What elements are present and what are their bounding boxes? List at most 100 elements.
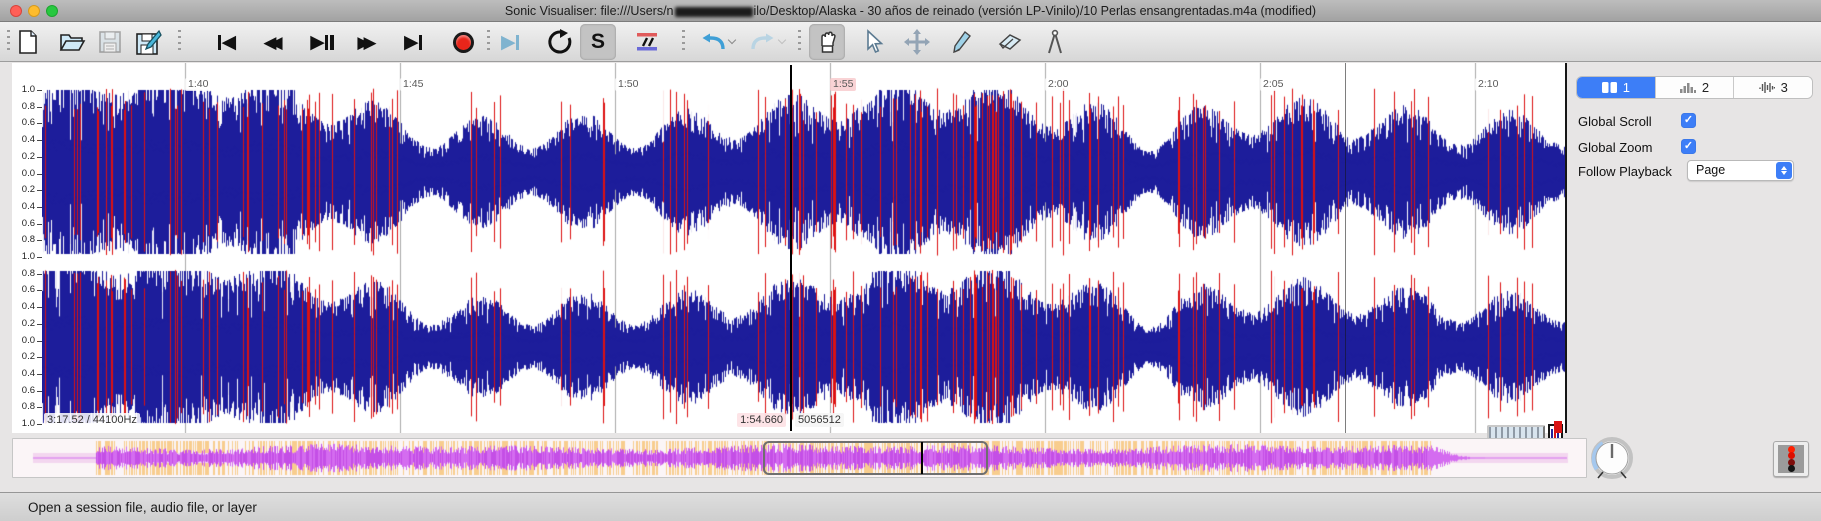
align-button[interactable]: [629, 24, 665, 60]
save-floppy-icon: [99, 31, 121, 53]
cursor-arrow-icon: [867, 29, 884, 54]
tab-pane-2[interactable]: 2: [1655, 77, 1735, 98]
amplitude-tick: [37, 407, 42, 409]
new-session-button[interactable]: [10, 24, 46, 60]
level-meter-icon: [1778, 445, 1804, 473]
skip-to-end-button[interactable]: ▶: [395, 24, 431, 60]
save-session-button[interactable]: [92, 24, 128, 60]
bars-icon: [1679, 83, 1696, 93]
select-stepper-icon: [1776, 162, 1792, 179]
navigate-tool-button[interactable]: [809, 24, 845, 60]
record-button[interactable]: [445, 24, 481, 60]
play-pause-button[interactable]: ▶: [304, 24, 340, 60]
global-scroll-checkbox[interactable]: ✓: [1681, 113, 1696, 128]
playback-speed-dial[interactable]: [1589, 436, 1635, 482]
amplitude-tick-label: 0.6: [21, 217, 35, 229]
undo-button[interactable]: [695, 24, 739, 60]
amplitude-tick-label: 0.6: [21, 284, 35, 296]
save-session-as-button[interactable]: [131, 24, 167, 60]
check-icon: ✓: [1683, 114, 1694, 126]
check-icon: ✓: [1683, 140, 1694, 152]
draw-tool-button[interactable]: [944, 24, 980, 60]
amplitude-tick: [37, 257, 42, 258]
cursor-frame-label: 5056512: [795, 413, 844, 427]
overview-playback-cursor: [921, 442, 923, 474]
loop-icon: [548, 29, 572, 54]
amplitude-tick: [37, 424, 42, 425]
amplitude-tick-label: 0.0: [21, 334, 35, 346]
undo-menu-chevron-icon: [727, 35, 736, 45]
playback-level-button[interactable]: [1773, 441, 1809, 477]
redo-button[interactable]: [745, 24, 789, 60]
amplitude-tick: [37, 140, 42, 142]
solo-button[interactable]: S: [580, 24, 616, 60]
record-icon: [452, 31, 474, 53]
move-cross-icon: [904, 29, 930, 55]
time-label: 1:55: [830, 78, 857, 91]
amplitude-tick-label: 1.0: [21, 418, 35, 429]
speed-dial-icon: [1591, 437, 1633, 479]
erase-tool-button[interactable]: [992, 24, 1028, 60]
fast-forward-button[interactable]: ▶▶: [349, 24, 385, 60]
select-tool-button[interactable]: [855, 24, 891, 60]
save-as-pencil-icon: [136, 29, 162, 55]
amplitude-tick-label: 0.2: [21, 150, 35, 162]
toolbar-separator: [798, 30, 801, 54]
amplitude-tick-label: 0.8: [21, 267, 35, 279]
amplitude-tick-label: 0.8: [21, 401, 35, 413]
time-label: 2:10: [1475, 78, 1502, 91]
amplitude-tick-label: 0.2: [21, 317, 35, 329]
loop-playback-button[interactable]: [542, 24, 578, 60]
amplitude-scale: 1.0 0.8 0.6 0.4 0.2 0.0 0.2 0.4 0.6 0.8 1.0 0.8 0.6 0…: [12, 63, 42, 433]
amplitude-tick-label: 0.8: [21, 234, 35, 246]
amplitude-tick-label: 0.4: [21, 367, 35, 379]
tab-pane-1[interactable]: 1: [1577, 77, 1656, 98]
time-label: 1:45: [400, 78, 427, 91]
new-file-icon: [19, 30, 37, 54]
measure-tool-button[interactable]: [1037, 24, 1073, 60]
amplitude-tick: [37, 206, 42, 208]
amplitude-tick-label: 0.4: [21, 301, 35, 313]
follow-playback-select[interactable]: Page: [1687, 160, 1794, 181]
waveform-icon: [1758, 82, 1775, 93]
cursor-time-label: 1:54.660: [737, 413, 786, 427]
amplitude-tick: [37, 373, 42, 375]
amplitude-tick-label: 0.4: [21, 134, 35, 146]
rewind-button[interactable]: ◀◀: [255, 24, 291, 60]
play-to-end-button[interactable]: ▶: [492, 24, 528, 60]
tab-pane-3[interactable]: 3: [1734, 77, 1812, 98]
follow-playback-label: Follow Playback: [1578, 164, 1672, 179]
amplitude-tick: [37, 123, 42, 125]
rewind-to-start-button[interactable]: ◀: [209, 24, 245, 60]
solo-icon: S: [590, 30, 605, 53]
window-title: Sonic Visualiser: file:///Users/n ilo/Des…: [504, 4, 1317, 18]
amplitude-tick-label: 0.2: [21, 184, 35, 196]
open-folder-icon: [59, 34, 86, 51]
time-label: 1:50: [615, 78, 642, 91]
amplitude-tick: [37, 156, 42, 158]
edit-tool-button[interactable]: [899, 24, 935, 60]
toolbar-separator: [487, 30, 490, 54]
redo-icon: [750, 33, 773, 50]
align-icon: [637, 33, 657, 51]
waveform-canvas[interactable]: [42, 63, 1565, 433]
view-region-rectangle[interactable]: [763, 441, 988, 475]
global-zoom-checkbox[interactable]: ✓: [1681, 139, 1696, 154]
amplitude-tick: [37, 223, 42, 225]
amplitude-tick-label: 0.6: [21, 384, 35, 396]
amplitude-tick: [37, 173, 42, 175]
amplitude-tick: [37, 290, 42, 292]
amplitude-tick-label: 0.4: [21, 200, 35, 212]
amplitude-tick: [37, 106, 42, 108]
open-session-button[interactable]: [54, 24, 90, 60]
amplitude-tick: [37, 190, 42, 192]
time-label: 2:00: [1045, 78, 1072, 91]
amplitude-tick: [37, 357, 42, 359]
pane-icon: [1601, 82, 1617, 93]
main-toolbar: ◀ ◀◀ ▶ ▶▶ ▶ ▶ S: [0, 22, 1821, 62]
playback-cursor[interactable]: [790, 65, 792, 431]
waveform-pane[interactable]: 1.0 0.8 0.6 0.4 0.2 0.0 0.2 0.4 0.6 0.8 1.0 0.8 0.6 0…: [12, 63, 1567, 442]
amplitude-tick-label: 0.8: [21, 100, 35, 112]
overview-panner[interactable]: [12, 438, 1587, 478]
amplitude-tick: [37, 390, 42, 392]
